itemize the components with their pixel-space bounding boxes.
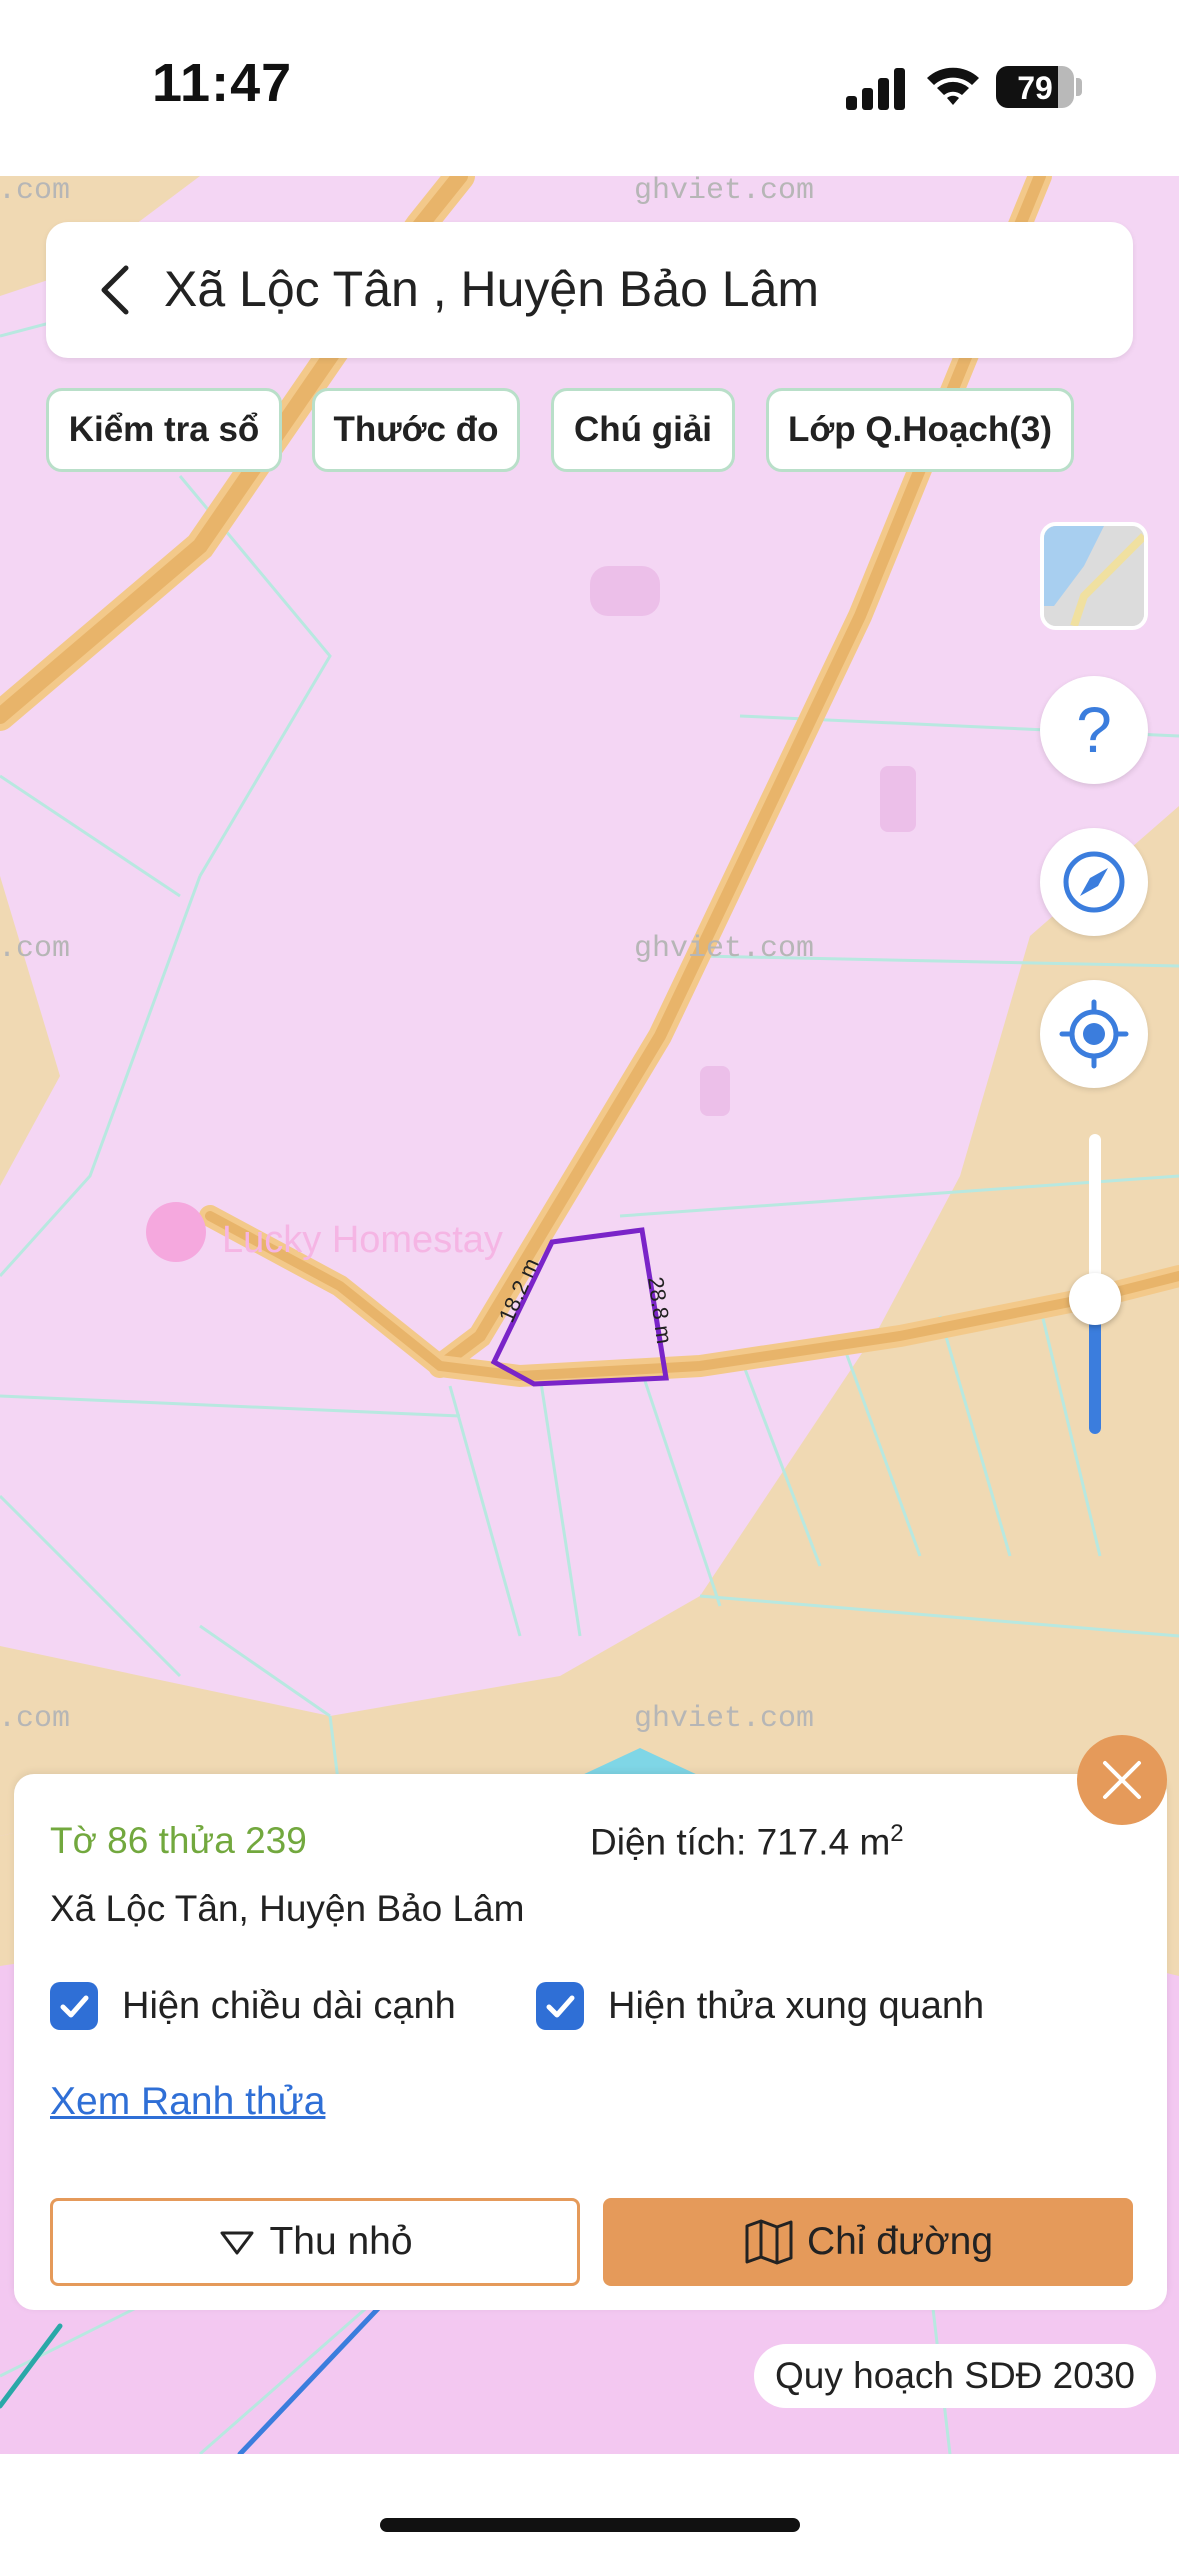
- poi-marker-icon[interactable]: [146, 1202, 206, 1262]
- locate-icon: [1059, 999, 1129, 1069]
- compass-icon: [1063, 851, 1125, 913]
- battery-icon: 79: [996, 66, 1074, 108]
- watermark: ghviet.com: [634, 932, 814, 966]
- planning-layer-badge[interactable]: Quy hoạch SDĐ 2030: [754, 2344, 1156, 2408]
- checkmark-icon: [60, 1995, 89, 2018]
- show-edge-length-option[interactable]: Hiện chiều dài cạnh: [50, 1978, 456, 2034]
- zoom-slider-handle[interactable]: [1069, 1273, 1121, 1325]
- area-value: Diện tích: 717.4 m: [590, 1821, 891, 1863]
- show-nearby-parcels-label[interactable]: Hiện thửa xung quanh: [608, 1985, 984, 2028]
- directions-button-label: Chỉ đường: [806, 2220, 994, 2263]
- map-layer-thumbnail[interactable]: [1040, 522, 1148, 630]
- watermark: ghviet.com: [634, 176, 814, 208]
- collapse-button-label: Thu nhỏ: [269, 2220, 413, 2263]
- battery-level: 79: [1017, 70, 1053, 106]
- ruler-chip[interactable]: Thước đo: [312, 388, 520, 472]
- show-nearby-parcels-option[interactable]: Hiện thửa xung quanh: [536, 1978, 984, 2034]
- wifi-icon: [924, 62, 982, 108]
- watermark-edge: .com: [0, 932, 70, 966]
- view-boundary-link[interactable]: Xem Ranh thửa: [50, 2080, 325, 2124]
- cellular-signal-icon: [846, 66, 906, 110]
- watermark-edge: .com: [0, 176, 70, 208]
- watermark: ghviet.com: [634, 1702, 814, 1736]
- watermark-edge: .com: [0, 1702, 70, 1736]
- show-nearby-parcels-checkbox[interactable]: [536, 1982, 584, 2030]
- help-glyph: ?: [1076, 694, 1112, 766]
- compass-button[interactable]: [1040, 828, 1148, 936]
- triangle-down-icon: [220, 2231, 254, 2255]
- close-icon: [1103, 1761, 1141, 1799]
- status-bar: 11:47 79: [0, 0, 1179, 176]
- map-icon: [745, 2219, 793, 2265]
- help-button[interactable]: ?: [1040, 676, 1148, 784]
- help-icon: ?: [1076, 694, 1112, 766]
- planning-layer-chip[interactable]: Lớp Q.Hoạch(3): [766, 388, 1074, 472]
- home-indicator[interactable]: [380, 2518, 800, 2532]
- area-unit-exponent: 2: [890, 1820, 904, 1847]
- search-header[interactable]: Xã Lộc Tân , Huyện Bảo Lâm: [46, 222, 1133, 358]
- parcel-area: Diện tích: 717.4 m2: [590, 1820, 904, 1863]
- check-book-chip[interactable]: Kiểm tra sổ: [46, 388, 282, 472]
- checkmark-icon: [546, 1995, 575, 2018]
- legend-chip[interactable]: Chú giải: [551, 388, 735, 472]
- status-time: 11:47: [152, 53, 293, 113]
- show-edge-length-checkbox[interactable]: [50, 1982, 98, 2030]
- locate-button[interactable]: [1040, 980, 1148, 1088]
- parcel-number: Tờ 86 thửa 239: [50, 1820, 307, 1861]
- battery-tip: [1076, 78, 1082, 96]
- parcel-location: Xã Lộc Tân, Huyện Bảo Lâm: [50, 1888, 525, 1929]
- directions-button[interactable]: Chỉ đường: [603, 2198, 1133, 2286]
- show-edge-length-label[interactable]: Hiện chiều dài cạnh: [122, 1985, 456, 2028]
- location-title: Xã Lộc Tân , Huyện Bảo Lâm: [164, 261, 820, 317]
- chevron-left-icon[interactable]: [88, 262, 144, 318]
- home-indicator-area: [0, 2454, 1179, 2556]
- collapse-button[interactable]: Thu nhỏ: [50, 2198, 580, 2286]
- close-button[interactable]: [1077, 1735, 1167, 1825]
- poi-label[interactable]: Lucky Homestay: [222, 1219, 503, 1261]
